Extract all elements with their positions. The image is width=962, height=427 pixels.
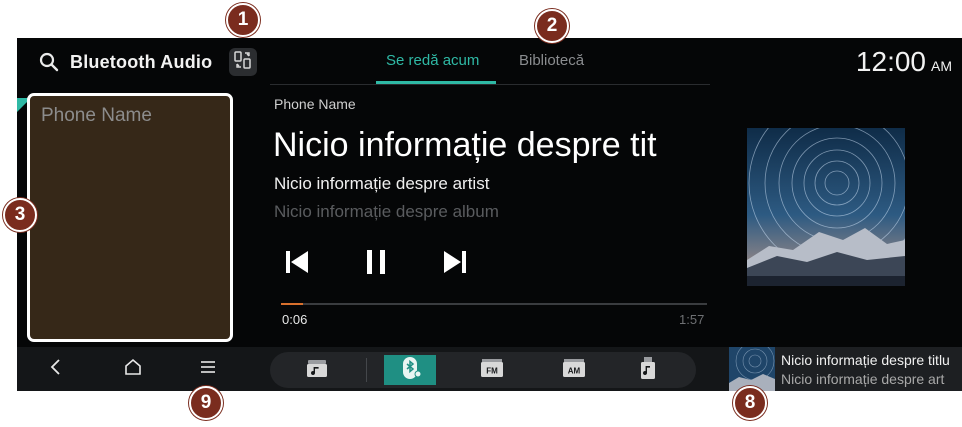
home-button[interactable] [119,357,147,381]
tab-now-playing[interactable]: Se redă acum [386,52,479,69]
mini-player[interactable]: Nicio informație despre titlu Nicio info… [729,341,962,391]
clock-time: 12:00 [855,46,926,77]
svg-text:AM: AM [568,366,581,375]
clock-ampm: AM [931,58,952,74]
clock: 12:00 AM [856,46,952,78]
pause-button[interactable] [358,246,394,282]
media-icon [305,357,329,384]
tab-bar: Se redă acum Bibliotecă [270,38,710,85]
source-divider [366,358,367,382]
track-album: Nicio informație despre album [274,202,499,221]
am-icon: AM [561,358,587,383]
source-am-button[interactable]: AM [548,355,600,385]
device-switch-icon [233,50,253,75]
header-source: Bluetooth Audio [38,50,212,74]
back-button[interactable] [42,357,70,381]
tab-library[interactable]: Bibliotecă [519,52,584,69]
previous-button[interactable] [279,246,315,282]
now-playing-device: Phone Name [274,96,356,112]
callout-2: 2 [535,9,569,43]
usb-music-icon [639,356,657,385]
mini-player-subtitle: Nicio informație despre art [781,371,945,387]
menu-button[interactable] [194,357,222,381]
phone-panel-label: Phone Name [41,105,152,126]
source-media-button[interactable] [291,355,343,385]
track-title: Nicio informație despre tit [273,126,657,164]
active-tab-indicator [376,81,496,84]
callout-9: 9 [189,386,223,420]
progress-bar[interactable] [281,303,707,305]
device-switch-button[interactable] [229,48,257,76]
source-title: Bluetooth Audio [70,51,213,72]
progress-fill [281,303,303,305]
callout-3: 3 [3,198,37,232]
bluetooth-audio-icon [397,356,423,385]
source-usb-button[interactable] [622,355,674,385]
mini-player-title: Nicio informație despre titlu [781,352,950,368]
svg-text:FM: FM [486,366,498,375]
previous-icon [282,247,312,282]
back-icon [49,358,63,381]
next-icon [440,247,470,282]
home-icon [123,358,143,381]
source-bluetooth-button[interactable] [384,355,436,385]
fm-icon: FM [479,358,505,383]
next-button[interactable] [437,246,473,282]
time-total: 1:57 [679,312,705,327]
source-fm-button[interactable]: FM [466,355,518,385]
source-selector: FM AM [270,352,696,388]
callout-8: 8 [733,386,767,420]
bottom-bar: FM AM Nicio informație despre titlu Nici… [17,341,962,391]
mini-player-art [729,341,775,391]
track-artist: Nicio informație despre artist [274,174,490,193]
pause-icon [361,247,391,282]
callout-1: 1 [226,3,260,37]
time-elapsed: 0:06 [282,312,308,327]
menu-icon [199,359,217,380]
infotainment-screen: Bluetooth Audio Se redă acum Bibliotecă … [17,38,962,391]
album-art [747,94,926,286]
phone-panel[interactable]: Phone Name [27,93,233,342]
search-icon[interactable] [38,51,60,73]
